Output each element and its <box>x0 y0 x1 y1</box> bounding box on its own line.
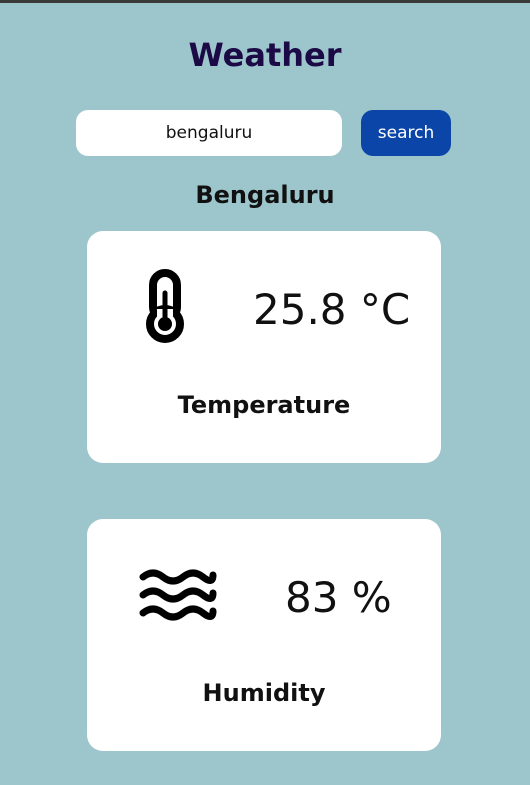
water-waves-icon <box>139 569 217 621</box>
temperature-label: Temperature <box>177 391 351 419</box>
humidity-value: 83 % <box>285 573 392 622</box>
humidity-card: 83 % Humidity <box>87 519 441 751</box>
city-search-input[interactable] <box>76 110 342 156</box>
city-name: Bengaluru <box>195 181 335 209</box>
window-top-edge <box>0 0 530 3</box>
temperature-value: 25.8 °C <box>253 285 411 334</box>
humidity-label: Humidity <box>202 679 326 707</box>
temperature-card: 25.8 °C Temperature <box>87 231 441 463</box>
thermometer-icon <box>146 269 184 343</box>
page-title: Weather <box>188 36 342 74</box>
search-button[interactable]: search <box>361 110 451 156</box>
